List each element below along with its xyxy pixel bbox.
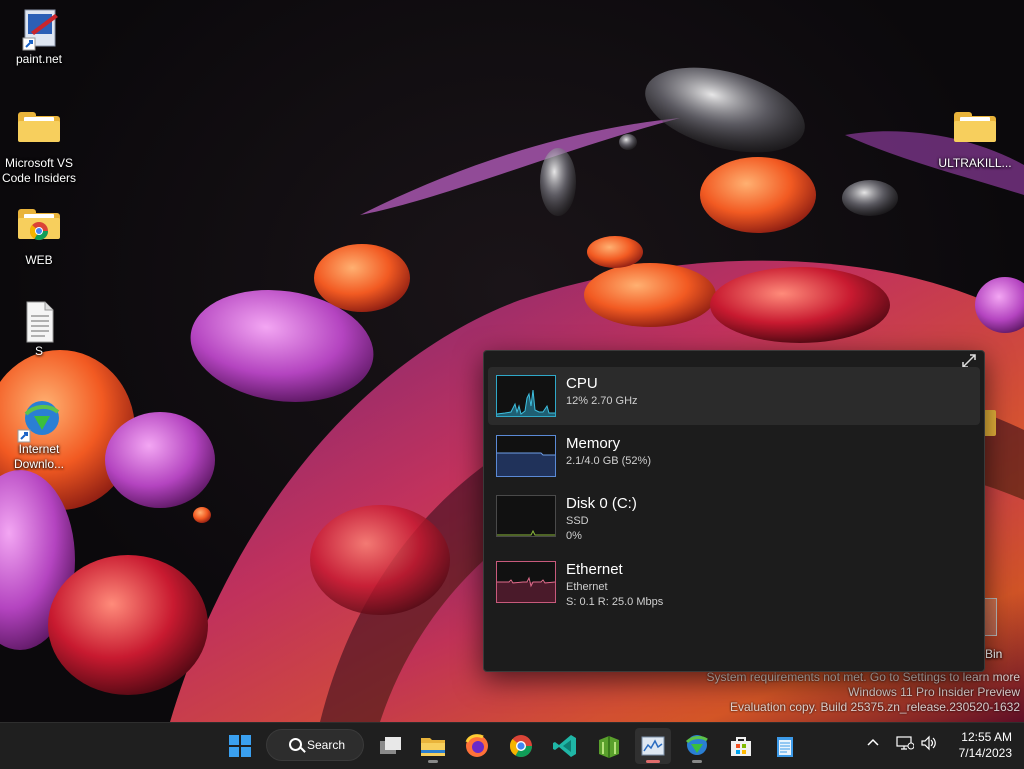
perf-row-disk[interactable]: Disk 0 (C:) SSD 0% bbox=[488, 487, 980, 545]
perf-row-memory[interactable]: Memory 2.1/4.0 GB (52%) bbox=[488, 427, 980, 485]
start-button[interactable] bbox=[222, 728, 258, 764]
clock-date: 7/14/2023 bbox=[958, 746, 1012, 760]
idm-icon bbox=[17, 398, 61, 443]
file-explorer-icon bbox=[421, 738, 445, 756]
memory-graph bbox=[496, 435, 556, 477]
chrome-folder-icon bbox=[17, 209, 61, 249]
clock-time: 12:55 AM bbox=[961, 730, 1012, 744]
perf-row-stat: 12% 2.70 GHz bbox=[566, 395, 638, 407]
minecraft-launcher-icon bbox=[599, 736, 619, 758]
recycle-bin-icon[interactable] bbox=[983, 598, 997, 636]
perf-row-title: Memory bbox=[566, 435, 621, 452]
perf-row-cpu[interactable]: CPU 12% 2.70 GHz bbox=[488, 367, 980, 425]
chrome-icon bbox=[510, 735, 532, 757]
taskbar-app-vscode-insiders[interactable] bbox=[547, 728, 583, 764]
taskbar-clock[interactable]: 12:55 AM 7/14/2023 bbox=[959, 729, 1012, 761]
watermark-line: System requirements not met. Go to Setti… bbox=[706, 670, 1020, 684]
windows-logo-icon bbox=[229, 735, 251, 757]
folder-icon bbox=[17, 112, 61, 152]
taskbar-app-notepad[interactable] bbox=[767, 728, 803, 764]
desktop-icon-label: WEB bbox=[25, 253, 53, 267]
text-file-icon bbox=[17, 300, 61, 343]
taskbar-app-microsoft-store[interactable] bbox=[723, 728, 759, 764]
desktop-icon-label-partial[interactable]: Bin bbox=[985, 647, 1015, 662]
perf-row-stat: 0% bbox=[566, 530, 582, 542]
watermark-line: Windows 11 Pro Insider Preview bbox=[848, 685, 1020, 699]
desktop-icon-label: ULTRAKILL... bbox=[938, 156, 1012, 170]
disk-graph bbox=[496, 495, 556, 537]
taskbar-app-minecraft-launcher[interactable] bbox=[591, 728, 627, 764]
perf-row-title: CPU bbox=[566, 375, 598, 392]
task-view-button[interactable] bbox=[372, 728, 408, 764]
ethernet-graph bbox=[496, 561, 556, 603]
desktop-icon-label: S bbox=[34, 344, 43, 358]
desktop-icon-s[interactable]: S bbox=[1, 300, 77, 359]
desktop-icon-label: Microsoft VS Code Insiders bbox=[1, 156, 77, 185]
perf-row-title: Disk 0 (C:) bbox=[566, 495, 637, 512]
task-manager-icon bbox=[641, 736, 665, 756]
perf-row-stat: S: 0.1 R: 25.0 Mbps bbox=[566, 596, 664, 608]
perf-row-title: Ethernet bbox=[566, 561, 623, 578]
perf-row-stat: 2.1/4.0 GB (52%) bbox=[566, 455, 651, 467]
network-icon[interactable] bbox=[896, 735, 915, 754]
taskbar: Search 12:55 AM 7/14/2023 bbox=[0, 722, 1024, 769]
perf-row-ethernet[interactable]: Ethernet Ethernet S: 0.1 R: 25.0 Mbps bbox=[488, 553, 980, 611]
paint-net-icon bbox=[17, 8, 61, 51]
firefox-icon bbox=[465, 734, 488, 757]
show-hidden-icons-chevron-up-icon[interactable] bbox=[866, 735, 880, 752]
desktop-icon-paint-net[interactable]: paint.net bbox=[1, 8, 77, 67]
folder-icon bbox=[953, 112, 997, 152]
running-indicator bbox=[428, 760, 438, 763]
vscode-insiders-icon bbox=[553, 735, 576, 757]
running-indicator bbox=[646, 760, 660, 763]
desktop-icon-vscode-insiders[interactable]: Microsoft VS Code Insiders bbox=[1, 106, 77, 186]
desktop-icon-label: paint.net bbox=[15, 52, 63, 66]
taskbar-app-chrome[interactable] bbox=[503, 728, 539, 764]
taskbar-app-file-explorer[interactable] bbox=[415, 728, 451, 764]
desktop-icon-ultrakill[interactable]: ULTRAKILL... bbox=[937, 106, 1013, 171]
taskbar-app-internet-download-manager[interactable] bbox=[679, 728, 715, 764]
desktop-icon-label: Internet Downlo... bbox=[13, 442, 65, 471]
search-icon bbox=[289, 738, 302, 751]
watermark-line: Evaluation copy. Build 25375.zn_release.… bbox=[730, 700, 1020, 714]
task-view-icon bbox=[380, 737, 401, 754]
taskbar-search[interactable]: Search bbox=[266, 729, 364, 761]
desktop-icon-internet-download-manager[interactable]: Internet Downlo... bbox=[1, 398, 77, 472]
search-label: Search bbox=[307, 738, 346, 752]
perf-row-stat: SSD bbox=[566, 515, 589, 527]
volume-icon[interactable] bbox=[920, 735, 938, 754]
microsoft-store-icon bbox=[731, 737, 751, 756]
taskbar-app-task-manager[interactable] bbox=[635, 728, 671, 764]
notepad-icon bbox=[777, 737, 793, 757]
windows-watermark: System requirements not met. Go to Setti… bbox=[707, 670, 1020, 715]
idm-icon bbox=[685, 735, 708, 755]
running-indicator bbox=[692, 760, 702, 763]
performance-widget: CPU 12% 2.70 GHz Memory 2.1/4.0 GB (52%)… bbox=[483, 350, 985, 672]
cpu-graph bbox=[496, 375, 556, 417]
desktop-icon-web[interactable]: WEB bbox=[1, 203, 77, 268]
perf-row-stat: Ethernet bbox=[566, 581, 608, 593]
taskbar-app-firefox[interactable] bbox=[459, 728, 495, 764]
